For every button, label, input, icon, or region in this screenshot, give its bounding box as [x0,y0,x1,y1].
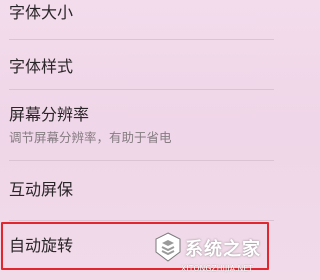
settings-item-interactive-screensaver[interactable]: 互动屏保 [0,161,274,219]
settings-item-label: 字体大小 [9,3,74,22]
settings-item-font-style[interactable]: 字体样式 [0,40,274,88]
settings-item-label: 屏幕分辨率 [9,105,90,124]
watermark-logo-icon [155,232,181,262]
watermark-url: XITONGZHIJIA.NET [181,264,254,273]
settings-item-label: 字体样式 [9,57,74,76]
settings-item-label: 互动屏保 [9,180,74,199]
watermark: 系统之家 XITONGZHIJIA.NET [151,226,271,278]
watermark-name: 系统之家 [185,239,261,260]
settings-item-font-size[interactable]: 字体大小 [0,0,274,38]
settings-item-screen-resolution[interactable]: 屏幕分辨率 调节屏幕分辨率，有助于省电 [0,90,274,158]
divider [9,220,274,221]
settings-item-subtitle: 调节屏幕分辨率，有助于省电 [9,130,172,145]
